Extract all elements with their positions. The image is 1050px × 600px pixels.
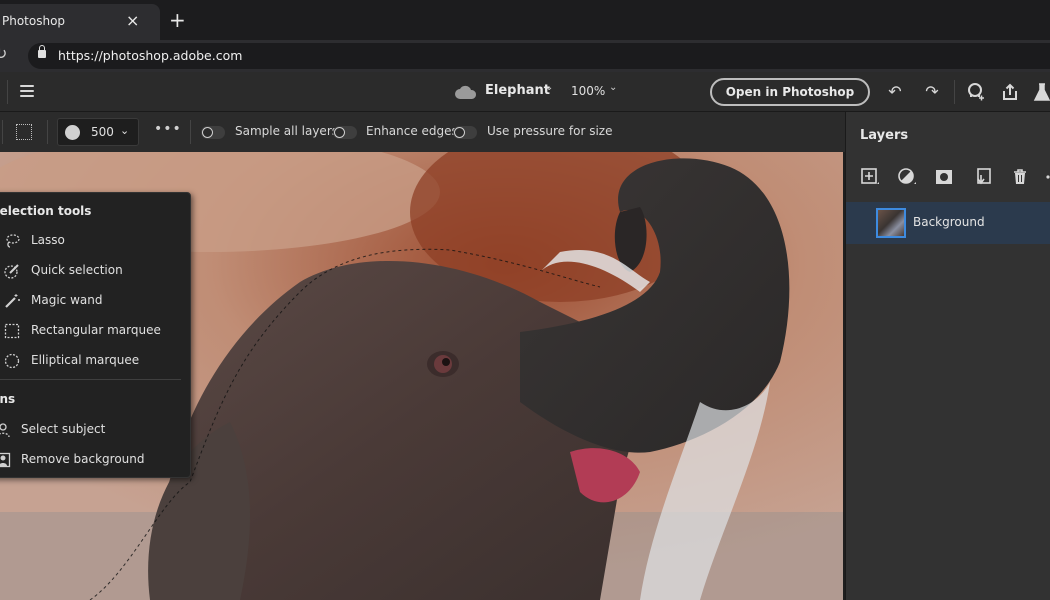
use-pressure-toggle[interactable] — [453, 126, 477, 139]
layer-name: Background — [913, 215, 985, 229]
menu-icon[interactable] — [20, 85, 34, 97]
divider — [2, 120, 3, 144]
lock-icon — [38, 45, 46, 58]
use-pressure-label: Use pressure for size — [487, 124, 613, 138]
divider — [190, 120, 191, 144]
brush-size-dropdown[interactable]: 500 ⌄ — [57, 118, 139, 146]
flyout-item-magic-wand[interactable]: Magic wand — [0, 287, 191, 315]
layers-panel: Layers Background — [845, 112, 1050, 600]
clipping-mask-icon[interactable] — [972, 167, 992, 187]
layer-row-background[interactable]: Background — [846, 202, 1050, 244]
tool-options-bar: 500 ⌄ ••• Sample all layers Enhance edge… — [0, 112, 845, 152]
open-in-photoshop-app-button[interactable]: Open in Photoshop app — [710, 78, 870, 123]
flyout-item-label: Select subject — [21, 422, 106, 436]
add-layer-icon[interactable] — [860, 167, 880, 187]
sample-all-layers-toggle[interactable] — [201, 126, 225, 139]
app-header: Elephant ⌄ 100% ⌄ Open in Photoshop app … — [0, 72, 1050, 123]
share-icon[interactable] — [1000, 82, 1020, 102]
browser-tab[interactable]: Photoshop × — [0, 4, 160, 40]
add-mask-icon[interactable] — [934, 167, 954, 187]
brush-preview-icon — [65, 125, 80, 140]
select-subject-icon — [0, 423, 10, 438]
divider — [954, 80, 955, 104]
flyout-section-title: Selection tools — [0, 204, 92, 218]
enhance-edges-toggle[interactable] — [333, 126, 357, 139]
quick-selection-icon — [4, 264, 19, 279]
selection-mode-icon[interactable] — [16, 124, 32, 140]
redo-icon[interactable]: ↷ — [922, 82, 942, 102]
rectangular-marquee-icon — [4, 323, 20, 339]
flyout-item-label: Elliptical marquee — [31, 353, 140, 367]
delete-layer-icon[interactable] — [1010, 167, 1030, 187]
flyout-item-rectangular-marquee[interactable]: Rectangular marquee — [0, 317, 191, 345]
chevron-down-icon[interactable]: ⌄ — [545, 82, 553, 93]
layer-thumbnail — [876, 208, 906, 238]
beaker-icon[interactable] — [1032, 82, 1050, 102]
close-tab-icon[interactable]: × — [126, 11, 139, 31]
divider — [7, 80, 8, 104]
flyout-item-remove-background[interactable]: Remove background — [0, 446, 191, 474]
url-text[interactable]: https://photoshop.adobe.com — [58, 48, 242, 63]
sample-all-layers-label: Sample all layers — [235, 124, 339, 138]
flyout-item-label: Magic wand — [31, 293, 103, 307]
address-bar-row: ↻ https://photoshop.adobe.com — [0, 40, 1050, 72]
address-bar[interactable]: https://photoshop.adobe.com — [28, 43, 1050, 69]
browser-tabstrip: Photoshop × + — [0, 0, 1050, 40]
flyout-item-elliptical-marquee[interactable]: Elliptical marquee — [0, 347, 191, 375]
adjustment-layer-icon[interactable] — [897, 167, 917, 187]
flyout-item-quick-selection[interactable]: Quick selection — [0, 257, 191, 285]
flyout-item-label: Lasso — [31, 233, 65, 247]
tab-title: Photoshop — [2, 14, 66, 28]
flyout-item-label: Rectangular marquee — [31, 323, 161, 337]
flyout-section-title: Actions — [0, 392, 16, 406]
cloud-icon — [455, 85, 477, 99]
document-title[interactable]: Elephant — [485, 83, 550, 98]
new-tab-icon[interactable]: + — [169, 9, 186, 31]
magic-wand-icon — [5, 294, 20, 308]
lasso-icon — [6, 234, 20, 248]
flyout-item-select-subject[interactable]: Select subject — [0, 416, 191, 444]
invite-user-icon[interactable] — [965, 82, 985, 102]
elliptical-marquee-icon — [4, 353, 20, 369]
flyout-item-label: Remove background — [21, 452, 145, 466]
zoom-level[interactable]: 100% — [571, 84, 605, 98]
layers-panel-title: Layers — [860, 128, 909, 143]
more-panel-options-icon[interactable] — [1044, 167, 1050, 187]
more-options-icon[interactable]: ••• — [154, 121, 182, 137]
selection-tools-flyout: Selection tools Lasso Quick selection Ma… — [0, 192, 191, 478]
chevron-down-icon[interactable]: ⌄ — [609, 82, 617, 93]
enhance-edges-label: Enhance edges — [366, 124, 458, 138]
flyout-item-label: Quick selection — [31, 263, 123, 277]
remove-background-icon — [0, 452, 11, 468]
brush-size-value: 500 — [91, 125, 114, 139]
flyout-separator — [0, 379, 181, 380]
chevron-down-icon: ⌄ — [120, 124, 130, 137]
flyout-item-lasso[interactable]: Lasso — [0, 227, 191, 255]
reload-icon[interactable]: ↻ — [0, 44, 7, 63]
divider — [47, 120, 48, 144]
undo-icon[interactable]: ↶ — [885, 82, 905, 102]
